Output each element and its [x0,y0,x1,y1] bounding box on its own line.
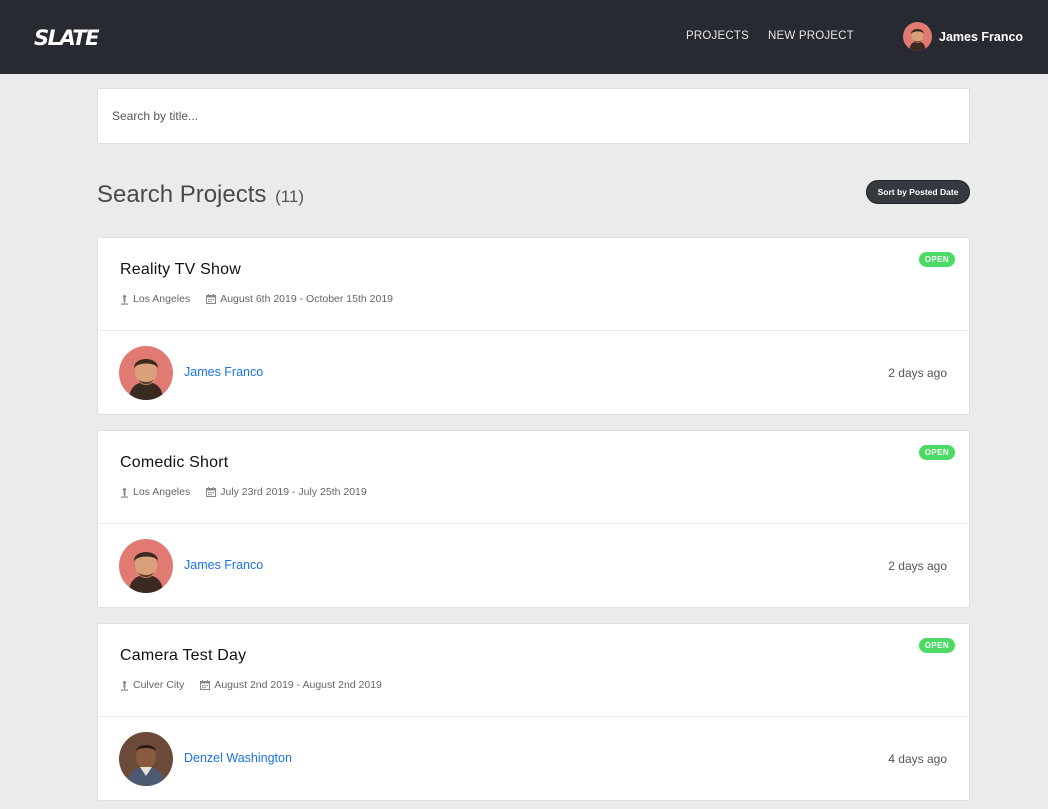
author-name-link[interactable]: James Franco [184,558,263,572]
project-location: Los Angeles [133,486,191,498]
project-dates: August 2nd 2019 - August 2nd 2019 [214,679,382,691]
sort-by-posted-date-button[interactable]: Sort by Posted Date [866,180,970,204]
project-title[interactable]: Camera Test Day [120,647,246,665]
project-card[interactable]: Camera Test Day Culver City August 2nd 2… [97,623,970,801]
search-box [97,88,970,144]
project-title[interactable]: Reality TV Show [120,261,241,279]
calendar-icon [206,294,217,304]
author-avatar[interactable] [119,732,173,786]
project-meta: Los Angeles August 6th 2019 - October 15… [120,293,393,305]
author-name-link[interactable]: Denzel Washington [184,751,292,765]
page-title-text: Search Projects [97,181,267,208]
project-card-footer: James Franco 2 days ago [98,524,969,608]
posted-time: 4 days ago [888,752,947,766]
results-count: (11) [275,187,305,206]
app-logo[interactable]: SLATE [34,26,99,50]
project-card-header: Comedic Short Los Angeles July 23rd 2019… [98,431,969,524]
project-location: Culver City [133,679,185,691]
user-avatar [903,22,932,51]
project-card-header: Reality TV Show Los Angeles August 6th 2… [98,238,969,331]
calendar-icon [200,680,211,690]
project-card[interactable]: Reality TV Show Los Angeles August 6th 2… [97,237,970,415]
author-name-link[interactable]: James Franco [184,365,263,379]
author-avatar[interactable] [119,539,173,593]
search-input[interactable] [98,89,969,143]
nav-projects-link[interactable]: PROJECTS [686,30,749,42]
status-badge: OPEN [918,638,955,653]
project-card-footer: Denzel Washington 4 days ago [98,717,969,801]
location-pin-icon [120,680,129,691]
project-location: Los Angeles [133,293,191,305]
status-badge: OPEN [918,445,955,460]
author-avatar[interactable] [119,346,173,400]
top-navbar: SLATE PROJECTS NEW PROJECT James Franco [0,0,1048,74]
project-meta: Culver City August 2nd 2019 - August 2nd… [120,679,382,691]
status-badge: OPEN [918,252,955,267]
calendar-icon [206,487,217,497]
project-dates: July 23rd 2019 - July 25th 2019 [220,486,367,498]
project-dates: August 6th 2019 - October 15th 2019 [220,293,394,305]
project-card-footer: James Franco 2 days ago [98,331,969,415]
posted-time: 2 days ago [888,366,947,380]
project-meta: Los Angeles July 23rd 2019 - July 25th 2… [120,486,367,498]
location-pin-icon [120,487,129,498]
project-card[interactable]: Comedic Short Los Angeles July 23rd 2019… [97,430,970,608]
project-card-header: Camera Test Day Culver City August 2nd 2… [98,624,969,717]
location-pin-icon [120,294,129,305]
project-title[interactable]: Comedic Short [120,454,228,472]
posted-time: 2 days ago [888,559,947,573]
user-name: James Franco [939,29,1024,44]
user-menu[interactable]: James Franco [903,22,1023,51]
nav-new-project-link[interactable]: NEW PROJECT [768,30,854,42]
page-title: Search Projects (11) [97,181,304,209]
